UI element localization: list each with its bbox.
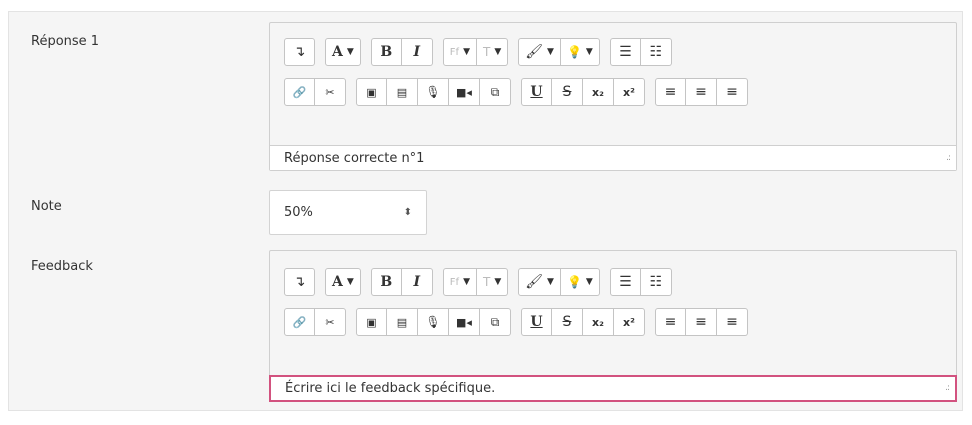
brush-icon: 🖌: [525, 44, 544, 60]
reponse-label: Réponse 1: [31, 34, 100, 49]
video-camera-icon: ■◂: [456, 85, 472, 99]
paragraph-format-button[interactable]: ↴: [284, 268, 315, 296]
align-left-button[interactable]: ≡: [655, 308, 686, 336]
link-button[interactable]: 🔗: [284, 308, 315, 336]
numbered-list-button[interactable]: ☷: [640, 38, 672, 66]
file-icon: ▤: [396, 85, 408, 99]
image-icon: ▣: [366, 315, 377, 329]
strikethrough-button[interactable]: S: [552, 308, 583, 336]
font-style-button[interactable]: A ▼: [325, 38, 361, 66]
brush-icon: 🖌: [525, 274, 544, 290]
media-button[interactable]: ▤: [387, 78, 418, 106]
feedback-textarea[interactable]: Écrire ici le feedback spécifique. .:: [269, 375, 957, 402]
bullet-list-button[interactable]: ☰: [609, 38, 641, 66]
numbered-list-icon: ☷: [649, 274, 663, 290]
bold-button[interactable]: B: [370, 38, 402, 66]
unlink-button[interactable]: ✂: [315, 78, 346, 106]
italic-button[interactable]: I: [401, 38, 433, 66]
unlink-icon: ✂: [325, 315, 335, 329]
align-center-button[interactable]: ≡: [686, 78, 717, 106]
subscript-button[interactable]: x₂: [583, 308, 614, 336]
microphone-icon: 🎙: [425, 85, 441, 99]
resize-grip-icon[interactable]: .:: [945, 380, 950, 397]
align-left-button[interactable]: ≡: [655, 78, 686, 106]
microphone-icon: 🎙: [425, 315, 441, 329]
align-center-button[interactable]: ≡: [686, 308, 717, 336]
image-button[interactable]: ▣: [356, 78, 387, 106]
unlink-icon: ✂: [325, 85, 335, 99]
font-style-button[interactable]: A ▼: [325, 268, 361, 296]
brush-button[interactable]: 🖌 ▼: [518, 38, 561, 66]
manage-files-button[interactable]: ⧉: [480, 308, 511, 336]
align-right-icon: ≡: [726, 314, 738, 330]
font-family-button[interactable]: Ff ▼: [442, 268, 477, 296]
underline-button[interactable]: U: [521, 308, 552, 336]
bullet-list-button[interactable]: ☰: [609, 268, 641, 296]
bullet-list-icon: ☰: [619, 274, 632, 290]
strikethrough-button[interactable]: S: [552, 78, 583, 106]
lightbulb-icon: 💡: [566, 45, 582, 59]
image-button[interactable]: ▣: [356, 308, 387, 336]
lightbulb-icon: 💡: [566, 275, 582, 289]
files-icon: ⧉: [490, 314, 500, 329]
superscript-button[interactable]: x²: [614, 308, 645, 336]
numbered-list-button[interactable]: ☷: [640, 268, 672, 296]
link-icon: 🔗: [292, 85, 307, 99]
link-button[interactable]: 🔗: [284, 78, 315, 106]
font-size-button[interactable]: T ▼: [477, 38, 509, 66]
font-family-button[interactable]: Ff ▼: [442, 38, 477, 66]
lightbulb-button[interactable]: 💡 ▼: [560, 268, 600, 296]
font-size-button[interactable]: T ▼: [477, 268, 509, 296]
align-left-icon: ≡: [664, 84, 677, 100]
lightbulb-button[interactable]: 💡 ▼: [560, 38, 600, 66]
align-center-icon: ≡: [695, 84, 707, 100]
feedback-toolbar: ↴ A ▼ B I Ff ▼ T ▼ 🖌 ▼ 💡 ▼ ☰ ☷ 🔗 ✂ ▣ ▤ 🎙…: [270, 251, 956, 375]
feedback-editor: ↴ A ▼ B I Ff ▼ T ▼ 🖌 ▼ 💡 ▼ ☰ ☷ 🔗 ✂ ▣ ▤ 🎙…: [269, 250, 957, 402]
file-icon: ▤: [396, 315, 408, 329]
note-label: Note: [31, 199, 62, 214]
reponse-textarea[interactable]: Réponse correcte n°1 .:: [270, 145, 956, 170]
image-icon: ▣: [366, 85, 377, 99]
italic-button[interactable]: I: [401, 268, 433, 296]
align-right-icon: ≡: [726, 84, 738, 100]
record-video-button[interactable]: ■◂: [449, 308, 480, 336]
reponse-toolbar: ↴ A ▼ B I Ff ▼ T ▼ 🖌 ▼ 💡 ▼ ☰ ☷ 🔗 ✂ ▣ ▤ 🎙…: [270, 23, 956, 147]
unlink-button[interactable]: ✂: [315, 308, 346, 336]
align-right-button[interactable]: ≡: [717, 78, 748, 106]
record-audio-button[interactable]: 🎙: [418, 78, 449, 106]
media-button[interactable]: ▤: [387, 308, 418, 336]
video-camera-icon: ■◂: [456, 315, 472, 329]
numbered-list-icon: ☷: [649, 44, 663, 60]
align-center-icon: ≡: [695, 314, 707, 330]
bullet-list-icon: ☰: [619, 44, 632, 60]
note-value: 50%: [284, 205, 313, 220]
note-select[interactable]: 50% ⬍: [269, 190, 427, 235]
resize-grip-icon[interactable]: .:: [946, 150, 951, 167]
select-arrows-icon: ⬍: [403, 207, 412, 218]
record-audio-button[interactable]: 🎙: [418, 308, 449, 336]
subscript-button[interactable]: x₂: [583, 78, 614, 106]
brush-button[interactable]: 🖌 ▼: [518, 268, 561, 296]
align-left-icon: ≡: [664, 314, 677, 330]
record-video-button[interactable]: ■◂: [449, 78, 480, 106]
feedback-label: Feedback: [31, 259, 93, 274]
link-icon: 🔗: [292, 315, 307, 329]
manage-files-button[interactable]: ⧉: [480, 78, 511, 106]
align-right-button[interactable]: ≡: [717, 308, 748, 336]
files-icon: ⧉: [490, 84, 500, 99]
superscript-button[interactable]: x²: [614, 78, 645, 106]
reponse-editor: ↴ A ▼ B I Ff ▼ T ▼ 🖌 ▼ 💡 ▼ ☰ ☷ 🔗 ✂ ▣ ▤ 🎙…: [269, 22, 957, 171]
bold-button[interactable]: B: [370, 268, 402, 296]
underline-button[interactable]: U: [521, 78, 552, 106]
paragraph-format-button[interactable]: ↴: [284, 38, 315, 66]
